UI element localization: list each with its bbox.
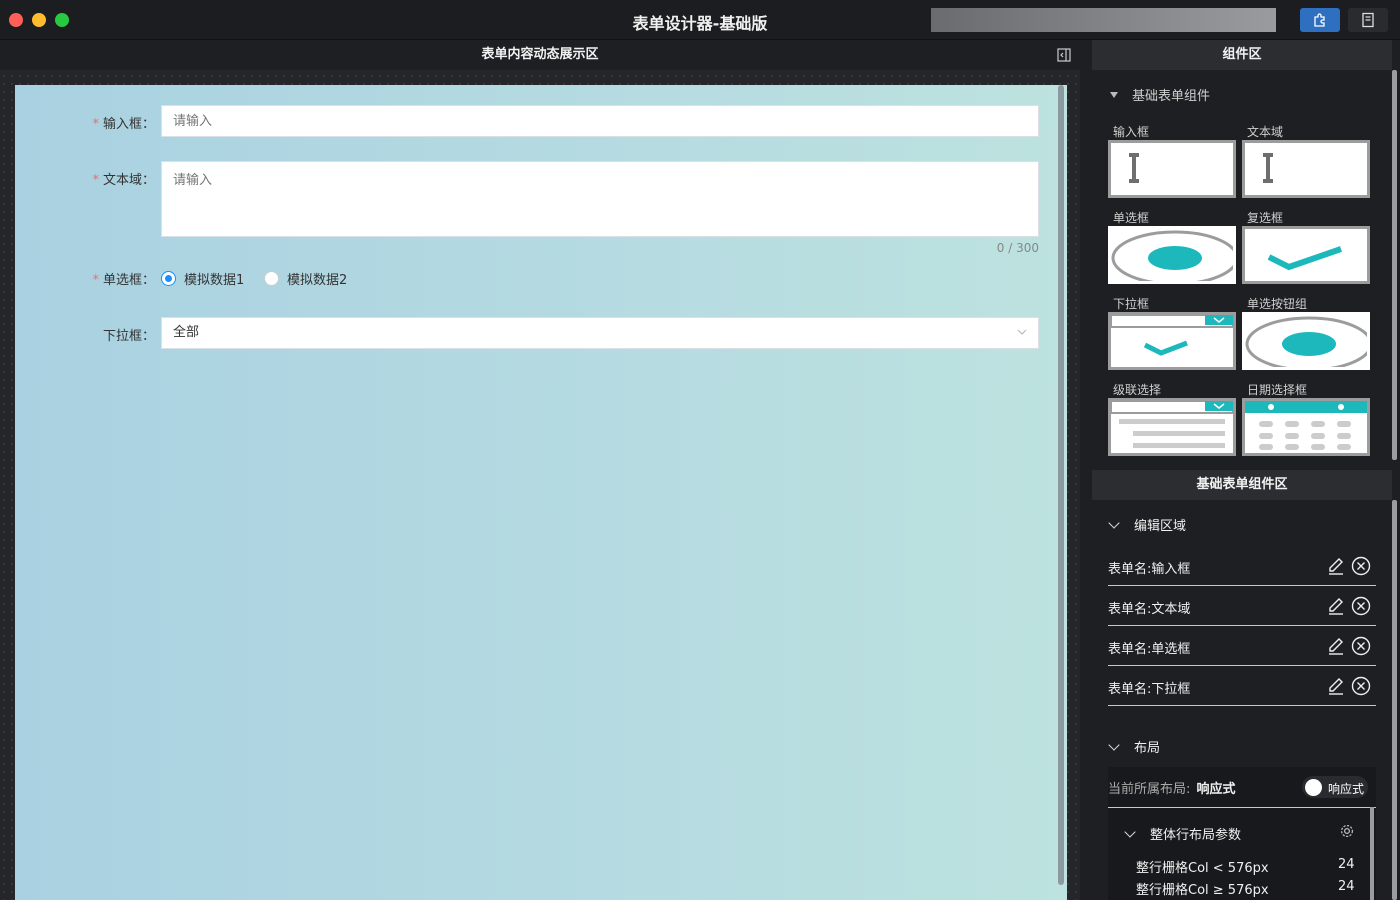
edit-pencil-icon[interactable]: [1326, 636, 1346, 656]
layout-scrollbar[interactable]: [1370, 807, 1374, 900]
radio-option-1[interactable]: 模拟数据1: [161, 269, 244, 288]
canvas-scrollbar[interactable]: [1058, 85, 1064, 885]
collapse-panel-icon[interactable]: [1057, 48, 1071, 62]
title-bar: 表单设计器-基础版: [0, 0, 1400, 40]
select-dropdown[interactable]: 全部: [161, 317, 1039, 349]
editor-scrollbar[interactable]: [1392, 500, 1397, 900]
form-item-textarea: *文本域： 0 / 300: [15, 161, 1045, 261]
layout-section[interactable]: 布局: [1108, 737, 1160, 756]
puzzle-icon: [1314, 13, 1325, 27]
chevron-down-icon: [1108, 516, 1120, 529]
checkmark-icon: [1242, 226, 1370, 284]
caret-down-icon: [1110, 91, 1118, 98]
edit-row-select: 表单名:下拉框: [1108, 666, 1376, 706]
form-display-header: 表单内容动态展示区: [0, 40, 1080, 70]
edit-area-section[interactable]: 编辑区域: [1108, 515, 1186, 534]
layout-divider: [1108, 807, 1376, 808]
right-panel: 组件区 基础表单组件 输入框 文本域 单选框 复选框 下拉框 单选按钮组 级联选…: [1092, 40, 1400, 900]
param-value: 24: [1338, 879, 1355, 894]
row-params-section[interactable]: 整体行布局参数: [1124, 824, 1241, 843]
radio-unchecked-icon: [264, 271, 279, 286]
component-radio-button-group[interactable]: 单选按钮组: [1242, 295, 1370, 375]
text-cursor-icon: [1242, 140, 1370, 198]
edit-row-input: 表单名:输入框: [1108, 546, 1376, 586]
toggle-knob: [1305, 779, 1322, 796]
delete-circle-icon[interactable]: [1351, 636, 1371, 656]
edit-pencil-icon[interactable]: [1326, 596, 1346, 616]
layout-toggle[interactable]: 响应式: [1302, 776, 1368, 798]
select-label: 下拉框：: [102, 329, 155, 344]
edit-pencil-icon[interactable]: [1326, 556, 1346, 576]
chevron-down-icon: [1124, 825, 1136, 838]
char-count: 0 / 300: [996, 241, 1039, 255]
required-mark: *: [92, 173, 99, 188]
radio-shape-icon: [1108, 226, 1236, 284]
param-label: 整行栅格Col ≥ 576px: [1136, 883, 1269, 898]
dropdown-shape-icon: [1108, 312, 1236, 370]
radio-checked-icon: [161, 271, 176, 286]
component-select[interactable]: 下拉框: [1108, 295, 1236, 375]
cascader-shape-icon: [1108, 398, 1236, 456]
required-mark: *: [92, 117, 99, 132]
radio-label: * 单选框：: [92, 273, 155, 288]
components-header: 组件区: [1092, 40, 1392, 70]
param-value: 24: [1338, 857, 1355, 872]
form-canvas[interactable]: *输入框： *文本域： 0 / 300 *单选框： 模拟数据1 模拟数据2 下拉…: [15, 85, 1067, 900]
current-layout: 当前所属布局: 响应式: [1108, 782, 1236, 797]
document-button[interactable]: [1348, 8, 1388, 32]
form-item-radio: * 单选框： 模拟数据1 模拟数据2: [15, 269, 1045, 289]
param-label: 整行栅格Col < 576px: [1136, 861, 1269, 876]
layout-panel: 当前所属布局: 响应式 响应式 整体行布局参数 整行栅格Col < 576px …: [1108, 767, 1376, 900]
component-input[interactable]: 输入框: [1108, 123, 1236, 203]
components-scrollbar[interactable]: [1392, 70, 1397, 460]
document-icon: [1362, 12, 1374, 28]
delete-circle-icon[interactable]: [1351, 676, 1371, 696]
basic-editor-header: 基础表单组件区: [1092, 470, 1392, 500]
delete-circle-icon[interactable]: [1351, 596, 1371, 616]
component-textarea[interactable]: 文本域: [1242, 123, 1370, 203]
required-mark: *: [92, 273, 99, 288]
component-checkbox[interactable]: 复选框: [1242, 209, 1370, 289]
basic-components-section[interactable]: 基础表单组件: [1110, 85, 1210, 104]
chevron-down-icon: [1017, 329, 1027, 335]
calendar-icon: [1242, 398, 1370, 456]
form-display-panel: 表单内容动态展示区 *输入框： *文本域： 0 / 300 *单选框： 模拟数据…: [0, 40, 1080, 900]
edit-row-radio: 表单名:单选框: [1108, 626, 1376, 666]
form-item-select: 下拉框： 全部: [15, 317, 1045, 349]
form-item-input: * 输入框：: [15, 105, 1045, 137]
text-input[interactable]: [161, 105, 1039, 137]
components-toggle-button[interactable]: [1300, 8, 1340, 32]
radio-option-2[interactable]: 模拟数据2: [264, 269, 347, 288]
textarea-label: * 文本域：: [92, 173, 155, 188]
component-radio[interactable]: 单选框: [1108, 209, 1236, 289]
delete-circle-icon[interactable]: [1351, 556, 1371, 576]
radio-shape-icon: [1242, 312, 1370, 370]
component-cascader[interactable]: 级联选择: [1108, 381, 1236, 461]
gear-icon[interactable]: [1339, 823, 1355, 839]
edit-pencil-icon[interactable]: [1326, 676, 1346, 696]
text-cursor-icon: [1108, 140, 1236, 198]
chevron-down-icon: [1108, 738, 1120, 751]
edit-row-textarea: 表单名:文本域: [1108, 586, 1376, 626]
input-label: * 输入框：: [92, 117, 155, 132]
component-date-picker[interactable]: 日期选择框: [1242, 381, 1370, 461]
textarea-input[interactable]: [161, 161, 1039, 237]
title-search-bar[interactable]: [931, 8, 1276, 32]
